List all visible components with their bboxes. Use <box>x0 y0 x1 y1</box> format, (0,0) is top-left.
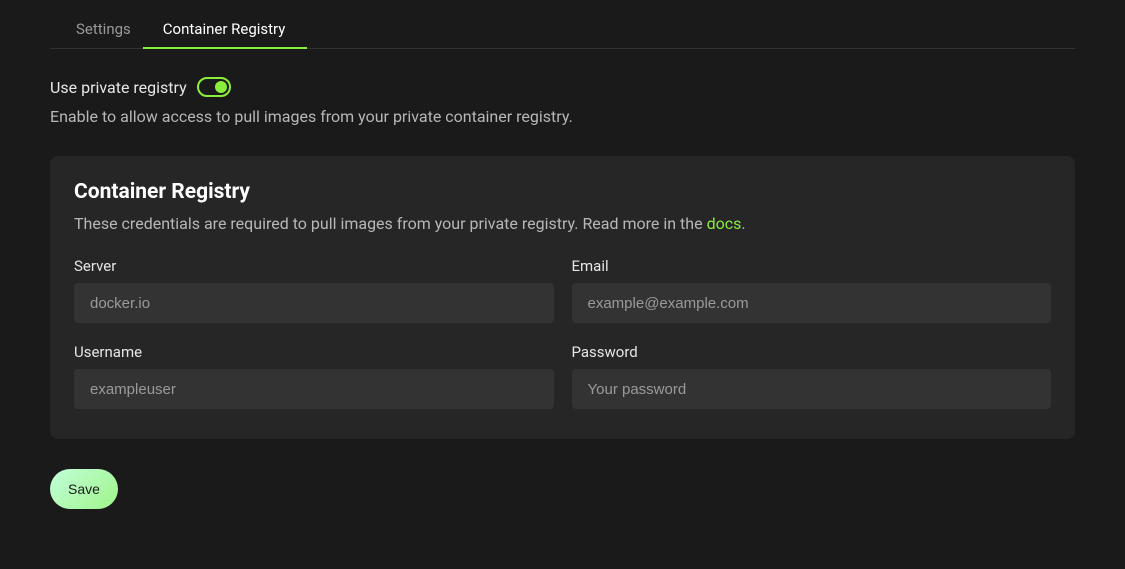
email-field: Email <box>572 257 1052 323</box>
password-label: Password <box>572 343 1052 361</box>
tab-container-registry[interactable]: Container Registry <box>163 12 286 48</box>
credentials-form: Server Email Username Password <box>74 257 1051 409</box>
tab-settings[interactable]: Settings <box>76 12 131 48</box>
email-input[interactable] <box>572 283 1052 323</box>
container-registry-card: Container Registry These credentials are… <box>50 156 1075 439</box>
private-registry-toggle-label: Use private registry <box>50 78 187 97</box>
server-label: Server <box>74 257 554 275</box>
email-label: Email <box>572 257 1052 275</box>
password-field: Password <box>572 343 1052 409</box>
username-field: Username <box>74 343 554 409</box>
card-subtitle-post: . <box>741 214 745 233</box>
docs-link[interactable]: docs <box>707 214 742 233</box>
server-field: Server <box>74 257 554 323</box>
password-input[interactable] <box>572 369 1052 409</box>
toggle-knob-icon <box>215 81 227 93</box>
private-registry-toggle-row: Use private registry <box>50 77 1075 97</box>
username-label: Username <box>74 343 554 361</box>
card-title: Container Registry <box>74 180 1051 204</box>
card-subtitle: These credentials are required to pull i… <box>74 214 1051 233</box>
server-input[interactable] <box>74 283 554 323</box>
private-registry-description: Enable to allow access to pull images fr… <box>50 107 1075 126</box>
tab-bar: Settings Container Registry <box>50 12 1075 49</box>
save-button[interactable]: Save <box>50 469 118 509</box>
card-subtitle-text: These credentials are required to pull i… <box>74 214 707 233</box>
username-input[interactable] <box>74 369 554 409</box>
private-registry-toggle[interactable] <box>197 77 231 97</box>
